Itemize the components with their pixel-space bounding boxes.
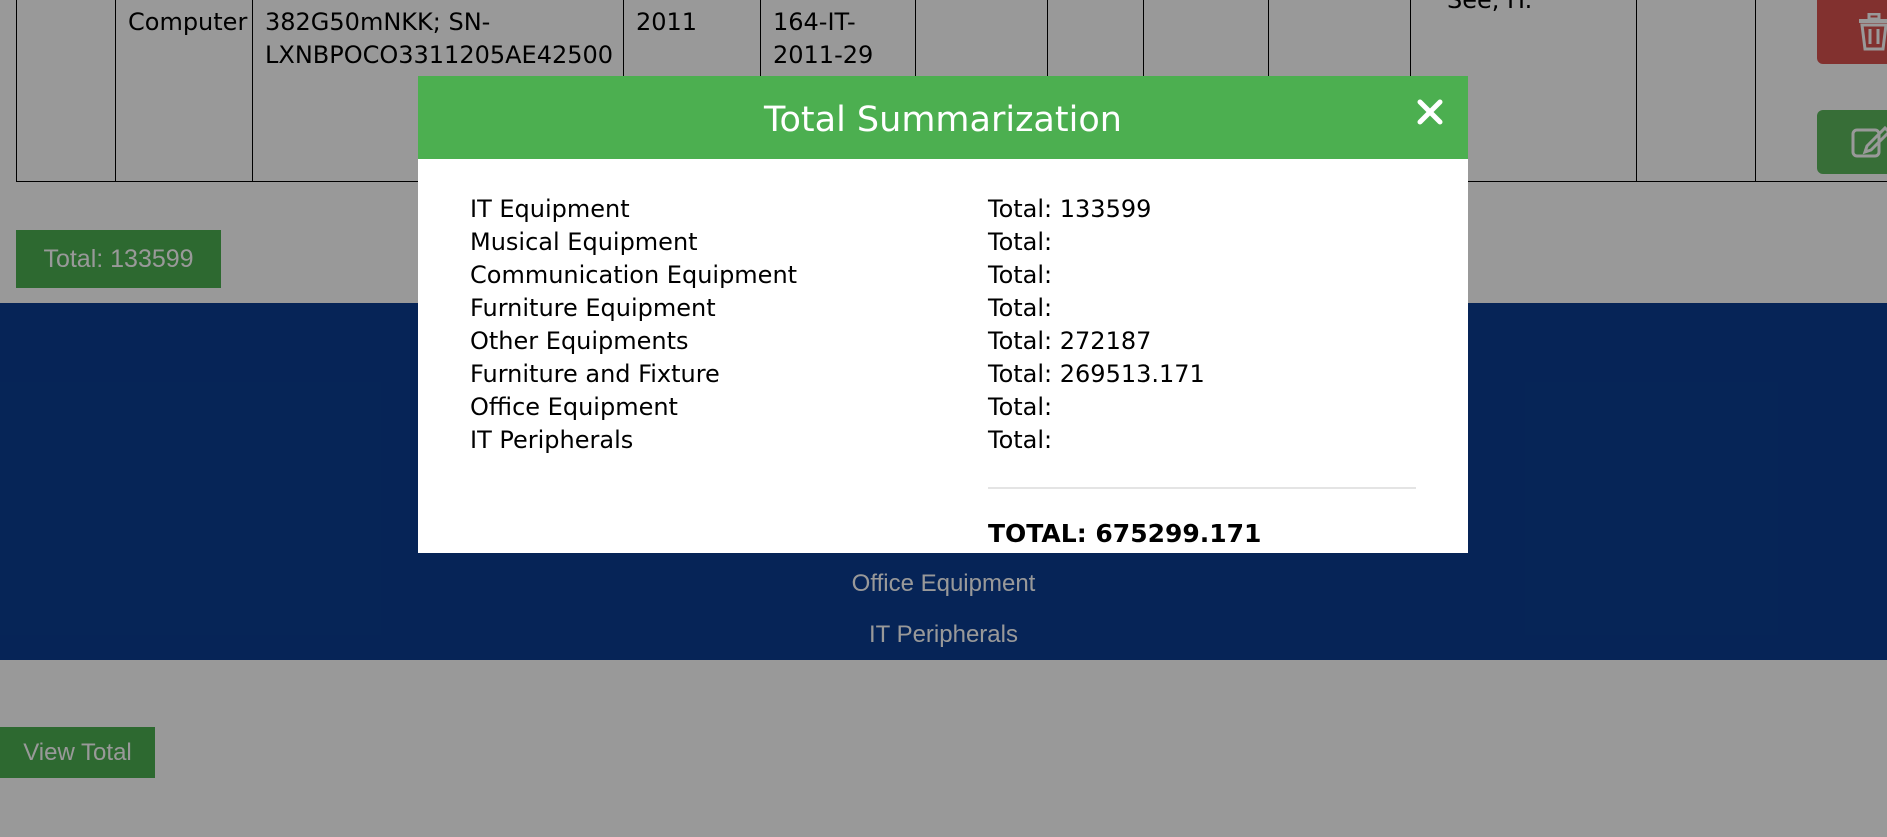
close-icon — [1417, 99, 1443, 125]
category-name: Office Equipment — [470, 393, 678, 421]
category-name: Musical Equipment — [470, 228, 698, 256]
category-totals: Total: 133599 Total: Total: Total: Total… — [988, 193, 1418, 457]
category-list: IT Equipment Musical Equipment Communica… — [470, 193, 990, 457]
category-name: Furniture Equipment — [470, 294, 716, 322]
category-total: Total: — [988, 228, 1053, 256]
modal-header: Total Summarization — [418, 76, 1468, 159]
category-name: Other Equipments — [470, 327, 689, 355]
category-total: Total: 133599 — [988, 195, 1152, 223]
category-total: Total: 272187 — [988, 327, 1152, 355]
category-total: Total: — [988, 426, 1053, 454]
divider — [988, 487, 1416, 489]
category-total: Total: — [988, 261, 1053, 289]
category-total: Total: 269513.171 — [988, 360, 1205, 388]
modal-title: Total Summarization — [764, 100, 1122, 140]
category-name: IT Equipment — [470, 195, 630, 223]
grand-total: TOTAL: 675299.171 — [988, 519, 1262, 548]
category-name: IT Peripherals — [470, 426, 634, 454]
category-total: Total: — [988, 393, 1053, 421]
category-total: Total: — [988, 294, 1053, 322]
summary-modal: Total Summarization IT Equipment Musical… — [418, 76, 1468, 553]
close-button[interactable] — [1410, 92, 1450, 132]
category-name: Communication Equipment — [470, 261, 798, 289]
category-name: Furniture and Fixture — [470, 360, 720, 388]
